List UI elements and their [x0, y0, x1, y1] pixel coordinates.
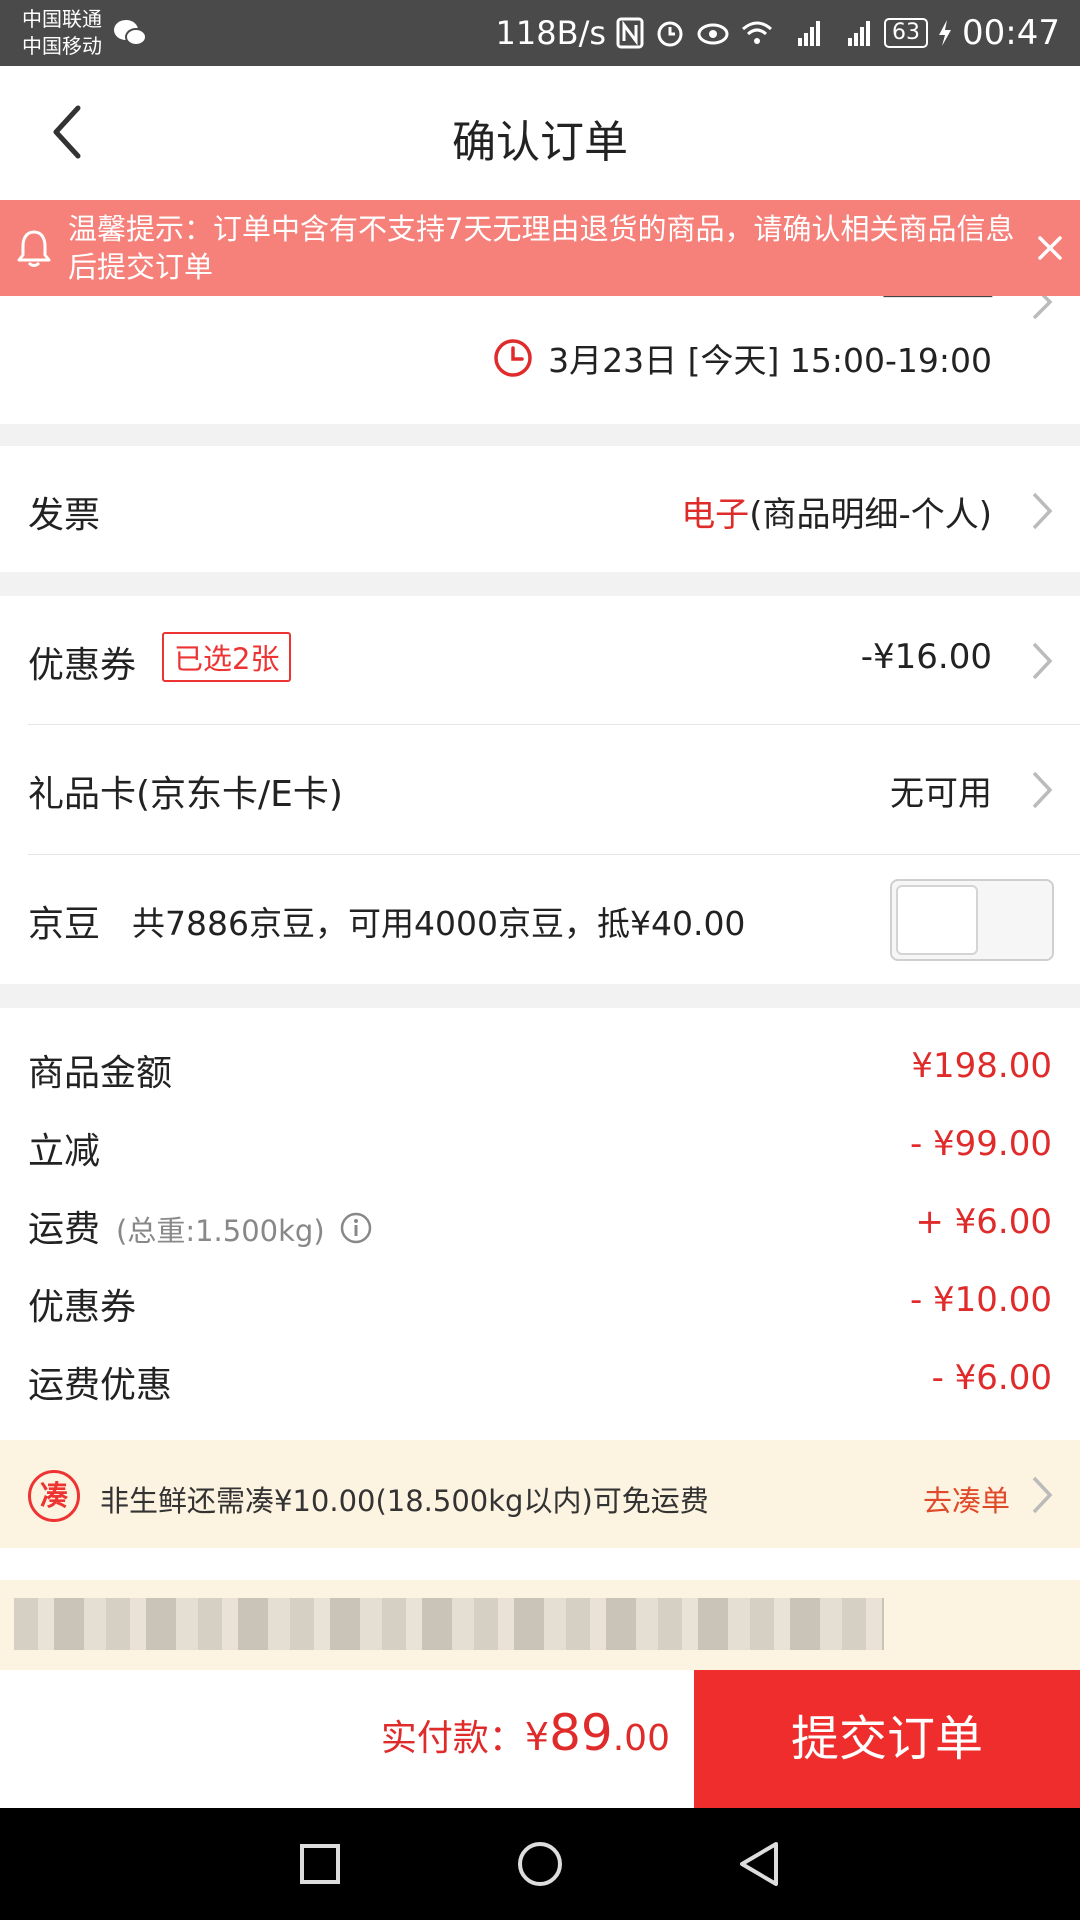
chevron-right-icon — [1032, 771, 1053, 809]
beans-row: 京豆 共7886京豆，可用4000京豆，抵¥40.00 — [0, 855, 1080, 983]
summary-label: 运费 — [28, 1209, 101, 1250]
summary-row-shipping: 运费 (总重:1.500kg) + ¥6.00 — [0, 1186, 1080, 1264]
giftcard-value: 无可用 — [890, 774, 992, 814]
wifi-icon — [740, 19, 774, 47]
summary-row-shipping-discount: 运费优惠 - ¥6.00 — [0, 1342, 1080, 1420]
wechat-icon — [114, 20, 147, 46]
battery-indicator: 63 — [884, 18, 929, 48]
carrier-1: 中国联通 — [22, 7, 102, 31]
add-items-link[interactable]: 去凑单 — [923, 1478, 1010, 1520]
clock-time: 00:47 — [962, 13, 1060, 53]
spacer — [0, 1548, 1080, 1580]
info-icon[interactable] — [339, 1211, 373, 1245]
page-title: 确认订单 — [452, 117, 628, 168]
bell-icon — [17, 230, 51, 267]
banner-text: 温馨提示：订单中含有不支持7天无理由退货的商品，请确认相关商品信息后提交订单 — [68, 212, 1015, 284]
delivery-method-partial: ━━━━━━ — [884, 296, 992, 313]
summary-value: - ¥99.00 — [909, 1124, 1052, 1164]
summary-label-shipping: 运费 (总重:1.500kg) — [28, 1200, 373, 1252]
summary-value: + ¥6.00 — [915, 1202, 1052, 1242]
checkout-bar: 实付款：¥89.00 提交订单 — [0, 1670, 1080, 1808]
summary-row-instant-discount: 立减 - ¥99.00 — [0, 1108, 1080, 1186]
signal-4g-icon — [784, 18, 824, 48]
pay-decimal: .00 — [612, 1718, 670, 1759]
system-navigation-bar — [0, 1808, 1080, 1920]
close-icon[interactable] — [1030, 226, 1070, 270]
beans-label: 京豆 — [28, 904, 101, 945]
invoice-label: 发票 — [28, 495, 101, 536]
invoice-detail: (商品明细-个人) — [749, 495, 992, 535]
warning-banner: 温馨提示：订单中含有不支持7天无理由退货的商品，请确认相关商品信息后提交订单 — [0, 200, 1080, 296]
beans-info: 共7886京豆，可用4000京豆，抵¥40.00 — [132, 904, 746, 943]
summary-row-subtotal: 商品金额 ¥198.00 — [0, 1030, 1080, 1108]
invoice-type: 电子 — [681, 495, 750, 535]
recent-apps-icon[interactable] — [294, 1838, 346, 1890]
carrier-2: 中国移动 — [22, 34, 102, 58]
summary-label: 立减 — [28, 1131, 101, 1172]
cou-icon: 凑 — [28, 1470, 80, 1522]
net-speed: 118B/s — [495, 14, 607, 52]
chevron-right-icon — [1032, 492, 1053, 530]
price-summary: 商品金额 ¥198.00 立减 - ¥99.00 运费 (总重:1.500kg) … — [0, 1008, 1080, 1440]
charging-icon — [938, 20, 952, 46]
invoice-section: 发票 电子(商品明细-个人) — [0, 446, 1080, 572]
navigation-bar: 确认订单 — [0, 66, 1080, 200]
status-bar: 中国联通 中国移动 118B/s 63 00:47 — [0, 0, 1080, 66]
redacted-content — [14, 1598, 884, 1650]
status-icons: 118B/s 63 00:47 — [496, 0, 1060, 66]
giftcard-row[interactable]: 礼品卡(京东卡/E卡) 无可用 — [0, 725, 1080, 853]
home-icon[interactable] — [514, 1838, 566, 1890]
signal-2g-icon — [834, 18, 874, 48]
back-nav-icon[interactable] — [734, 1838, 786, 1890]
clock-icon — [494, 339, 532, 377]
chevron-right-icon — [1032, 642, 1053, 680]
coupon-selected-badge: 已选2张 — [162, 632, 292, 682]
toggle-knob — [896, 885, 978, 955]
free-shipping-tip[interactable]: 凑 非生鲜还需凑¥10.00(18.500kg以内)可免运费 去凑单 — [0, 1440, 1080, 1550]
delivery-time-text: 3月23日 [今天] 15:00-19:00 — [548, 341, 992, 380]
free-shipping-text: 非生鲜还需凑¥10.00(18.500kg以内)可免运费 — [100, 1484, 709, 1518]
nfc-icon — [616, 17, 644, 49]
summary-row-coupon: 优惠券 - ¥10.00 — [0, 1264, 1080, 1342]
chevron-right-icon — [1032, 296, 1053, 320]
blurred-address-bar — [0, 1580, 1080, 1670]
invoice-row[interactable]: 发票 电子(商品明细-个人) — [0, 446, 1080, 572]
pay-currency: ¥ — [524, 1715, 550, 1759]
summary-label: 运费优惠 — [28, 1365, 173, 1406]
coupon-row[interactable]: 优惠券 已选2张 -¥16.00 — [0, 596, 1080, 724]
alarm-icon — [654, 17, 686, 49]
invoice-value: 电子(商品明细-个人) — [681, 487, 992, 536]
delivery-time: 3月23日 [今天] 15:00-19:00 — [492, 334, 992, 382]
chevron-right-icon — [1032, 1476, 1053, 1514]
delivery-section[interactable]: ━━━━━━ 3月23日 [今天] 15:00-19:00 — [0, 296, 1080, 424]
summary-label: 商品金额 — [28, 1053, 173, 1094]
giftcard-label: 礼品卡(京东卡/E卡) — [28, 774, 343, 815]
carrier-info: 中国联通 中国移动 — [22, 6, 102, 60]
weight-note: (总重:1.500kg) — [116, 1214, 325, 1248]
submit-order-button[interactable]: 提交订单 — [694, 1670, 1080, 1808]
summary-label: 优惠券 — [28, 1287, 137, 1328]
discount-section: 优惠券 已选2张 -¥16.00 礼品卡(京东卡/E卡) 无可用 京豆 共788… — [0, 596, 1080, 984]
coupon-label: 优惠券 — [28, 645, 137, 686]
summary-value: - ¥10.00 — [909, 1280, 1052, 1320]
beans-toggle[interactable] — [890, 879, 1054, 961]
pay-amount: 实付款：¥89.00 — [381, 1704, 670, 1762]
coupon-value: -¥16.00 — [860, 637, 992, 677]
summary-value: ¥198.00 — [911, 1046, 1052, 1086]
pay-label: 实付款： — [380, 1718, 525, 1759]
pay-integer: 89 — [549, 1704, 613, 1762]
eye-icon — [696, 20, 730, 46]
summary-value: - ¥6.00 — [931, 1358, 1052, 1398]
